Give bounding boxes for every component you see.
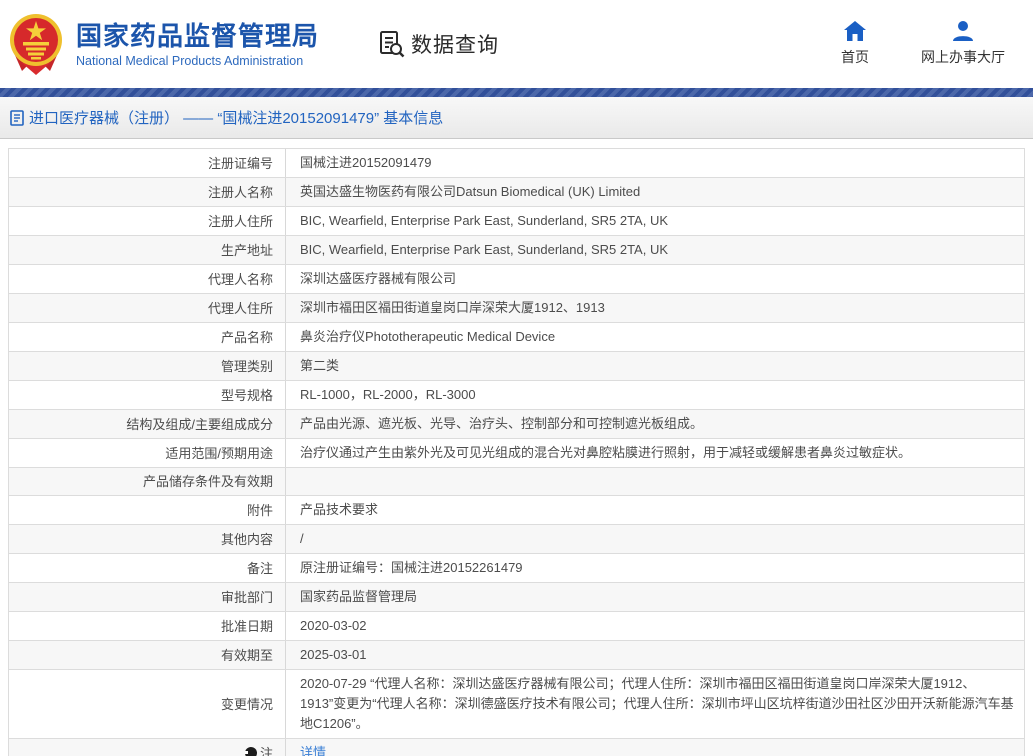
row-label: 注册人名称 bbox=[9, 178, 286, 206]
table-row: 生产地址 BIC, Wearfield, Enterprise Park Eas… bbox=[9, 236, 1024, 265]
row-value: 2025-03-01 bbox=[286, 641, 1024, 669]
row-value: RL-1000，RL-2000，RL-3000 bbox=[286, 381, 1024, 409]
row-value: 英国达盛生物医药有限公司Datsun Biomedical (UK) Limit… bbox=[286, 178, 1024, 206]
table-row: 代理人名称 深圳达盛医疗器械有限公司 bbox=[9, 265, 1024, 294]
row-label: 注 bbox=[9, 739, 286, 756]
row-value: 产品由光源、遮光板、光导、治疗头、控制部分和可控制遮光板组成。 bbox=[286, 410, 1024, 438]
row-label: 附件 bbox=[9, 496, 286, 524]
row-label: 型号规格 bbox=[9, 381, 286, 409]
row-label: 备注 bbox=[9, 554, 286, 582]
row-value: 2020-03-02 bbox=[286, 612, 1024, 640]
detail-link[interactable]: 详情 bbox=[300, 745, 326, 756]
decorative-band bbox=[0, 88, 1033, 97]
row-label: 适用范围/预期用途 bbox=[9, 439, 286, 467]
table-row: 注册证编号 国械注进20152091479 bbox=[9, 149, 1024, 178]
row-value: 产品技术要求 bbox=[286, 496, 1024, 524]
nav-online-hall[interactable]: 网上办事大厅 bbox=[921, 21, 1005, 67]
nav-home-label: 首页 bbox=[841, 47, 869, 67]
row-label: 代理人名称 bbox=[9, 265, 286, 293]
row-label: 变更情况 bbox=[9, 670, 286, 738]
table-row: 管理类别 第二类 bbox=[9, 352, 1024, 381]
note-icon bbox=[245, 747, 257, 756]
table-row: 适用范围/预期用途 治疗仪通过产生由紫外光及可见光组成的混合光对鼻腔粘膜进行照射… bbox=[9, 439, 1024, 468]
row-value: 第二类 bbox=[286, 352, 1024, 380]
table-row: 备注 原注册证编号：国械注进20152261479 bbox=[9, 554, 1024, 583]
row-value: 鼻炎治疗仪Phototherapeutic Medical Device bbox=[286, 323, 1024, 351]
info-table: 注册证编号 国械注进20152091479 注册人名称 英国达盛生物医药有限公司… bbox=[8, 148, 1025, 756]
row-label: 结构及组成/主要组成成分 bbox=[9, 410, 286, 438]
org-name-cn: 国家药品监督管理局 bbox=[76, 21, 319, 51]
row-label: 批准日期 bbox=[9, 612, 286, 640]
row-value: 详情 bbox=[286, 739, 1024, 756]
table-row: 注册人名称 英国达盛生物医药有限公司Datsun Biomedical (UK)… bbox=[9, 178, 1024, 207]
breadcrumb-bar: 进口医疗器械（注册） —— “国械注进20152091479” 基本信息 bbox=[0, 97, 1033, 139]
page-icon bbox=[10, 110, 24, 126]
table-row: 审批部门 国家药品监督管理局 bbox=[9, 583, 1024, 612]
national-emblem-logo bbox=[8, 13, 64, 75]
row-value: / bbox=[286, 525, 1024, 553]
row-label: 注册人住所 bbox=[9, 207, 286, 235]
row-value: BIC, Wearfield, Enterprise Park East, Su… bbox=[286, 236, 1024, 264]
row-value: BIC, Wearfield, Enterprise Park East, Su… bbox=[286, 207, 1024, 235]
row-label: 审批部门 bbox=[9, 583, 286, 611]
row-label: 管理类别 bbox=[9, 352, 286, 380]
row-value: 治疗仪通过产生由紫外光及可见光组成的混合光对鼻腔粘膜进行照射，用于减轻或缓解患者… bbox=[286, 439, 1024, 467]
home-icon bbox=[844, 21, 866, 41]
table-row: 有效期至 2025-03-01 bbox=[9, 641, 1024, 670]
table-row: 批准日期 2020-03-02 bbox=[9, 612, 1024, 641]
table-row: 变更情况 2020-07-29 “代理人名称：深圳达盛医疗器械有限公司；代理人住… bbox=[9, 670, 1024, 739]
row-label: 生产地址 bbox=[9, 236, 286, 264]
row-label: 其他内容 bbox=[9, 525, 286, 553]
nav-online-hall-label: 网上办事大厅 bbox=[921, 47, 1005, 67]
row-value: 国械注进20152091479 bbox=[286, 149, 1024, 177]
table-row: 产品储存条件及有效期 bbox=[9, 468, 1024, 496]
data-query-section[interactable]: 数据查询 bbox=[377, 29, 499, 59]
table-row: 注 详情 bbox=[9, 739, 1024, 756]
row-label: 产品储存条件及有效期 bbox=[9, 468, 286, 495]
table-row: 结构及组成/主要组成成分 产品由光源、遮光板、光导、治疗头、控制部分和可控制遮光… bbox=[9, 410, 1024, 439]
row-value: 2020-07-29 “代理人名称：深圳达盛医疗器械有限公司；代理人住所：深圳市… bbox=[286, 670, 1024, 738]
table-row: 注册人住所 BIC, Wearfield, Enterprise Park Ea… bbox=[9, 207, 1024, 236]
org-title-block: 国家药品监督管理局 National Medical Products Admi… bbox=[76, 21, 319, 68]
row-value: 国家药品监督管理局 bbox=[286, 583, 1024, 611]
table-row: 型号规格 RL-1000，RL-2000，RL-3000 bbox=[9, 381, 1024, 410]
page-header: 国家药品监督管理局 National Medical Products Admi… bbox=[0, 0, 1033, 88]
table-row: 代理人住所 深圳市福田区福田街道皇岗口岸深荣大厦1912、1913 bbox=[9, 294, 1024, 323]
row-value: 深圳达盛医疗器械有限公司 bbox=[286, 265, 1024, 293]
table-row: 附件 产品技术要求 bbox=[9, 496, 1024, 525]
data-query-label: 数据查询 bbox=[411, 29, 499, 59]
row-label: 产品名称 bbox=[9, 323, 286, 351]
person-icon bbox=[952, 21, 974, 41]
table-row: 产品名称 鼻炎治疗仪Phototherapeutic Medical Devic… bbox=[9, 323, 1024, 352]
row-value: 深圳市福田区福田街道皇岗口岸深荣大厦1912、1913 bbox=[286, 294, 1024, 322]
row-value bbox=[286, 478, 1024, 486]
row-label: 代理人住所 bbox=[9, 294, 286, 322]
nav-home[interactable]: 首页 bbox=[841, 21, 869, 67]
row-value: 原注册证编号：国械注进20152261479 bbox=[286, 554, 1024, 582]
breadcrumb: 进口医疗器械（注册） —— “国械注进20152091479” 基本信息 bbox=[29, 107, 443, 128]
table-row: 其他内容 / bbox=[9, 525, 1024, 554]
row-label: 注册证编号 bbox=[9, 149, 286, 177]
document-search-icon bbox=[377, 29, 407, 59]
row-label: 有效期至 bbox=[9, 641, 286, 669]
org-name-en: National Medical Products Administration bbox=[76, 54, 319, 68]
